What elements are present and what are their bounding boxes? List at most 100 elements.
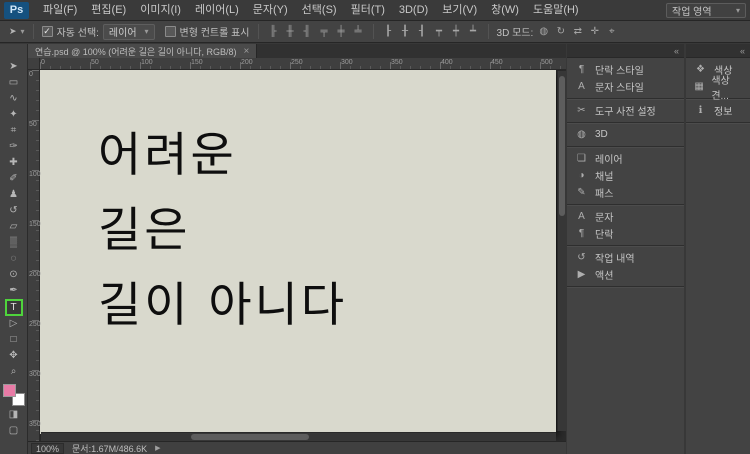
move-tool[interactable]: ➤ [0,59,27,75]
lasso-tool[interactable]: ∿ [0,91,27,107]
ruler-label: 300 [341,59,353,66]
panel-dock-inner: « ¶ 단락 스타일 A 문자 스타일 ✂ 도구 사전 설정 ◍ 3D ❏ 레이… [567,44,684,454]
3d-pan-icon[interactable]: ⇄ [571,24,584,40]
panel-button-3d[interactable]: ◍ 3D [567,126,684,143]
zoom-tool[interactable]: ⌕ [0,364,27,380]
distribute-vertical-centers-icon[interactable]: ╂ [399,24,412,40]
zoom-level-field[interactable]: 100% [31,443,64,454]
menu-3d[interactable]: 3D(D) [392,0,435,20]
menu-file[interactable]: 파일(F) [36,0,84,20]
panel-button-paragraph[interactable]: ¶ 단락 [567,225,684,242]
panel-button-paths[interactable]: ✎ 패스 [567,184,684,201]
panel-button-swatches[interactable]: ▦ 색상 견... [686,78,750,95]
menu-image[interactable]: 이미지(I) [133,0,188,20]
show-transform-checkbox[interactable] [165,26,176,37]
distribute-horizontal-centers-icon[interactable]: ┿ [450,24,463,40]
distribute-right-icon[interactable]: ┷ [467,24,480,40]
align-left-edges-icon[interactable]: ╟ [267,24,280,40]
brush-tool[interactable]: ✐ [0,171,27,187]
menu-help[interactable]: 도움말(H) [526,0,586,20]
marquee-tool[interactable]: ▭ [0,75,27,91]
horizontal-scrollbar[interactable] [41,432,556,441]
panel-button-character[interactable]: A 문자 [567,208,684,225]
screen-mode-button[interactable]: ▢ [0,423,27,439]
status-expander-icon[interactable]: ▶ [155,444,160,452]
distribute-left-icon[interactable]: ┯ [433,24,446,40]
quick-mask-button[interactable]: ◨ [0,407,27,423]
show-transform-label: 변형 컨트롤 표시 [180,24,250,39]
auto-select-target-dropdown[interactable]: 레이어 ▾ [103,24,155,40]
ruler-label: 250 [291,59,303,66]
pen-tool[interactable]: ✒ [0,283,27,299]
dodge-tool[interactable]: ⊙ [0,267,27,283]
menu-select[interactable]: 선택(S) [295,0,344,20]
tools-panel: ➤ ▭ ∿ ✦ ⌗ ✑ ✚ ✐ ♟ ↺ ▱ ▒ ◌ ⊙ ✒ T ▷ □ ✥ ⌕ … [0,44,28,454]
crop-tool[interactable]: ⌗ [0,123,27,139]
menu-layer[interactable]: 레이어(L) [188,0,246,20]
options-bar: ➤ ▾ ✓ 자동 선택: 레이어 ▾ 변형 컨트롤 표시 ╟ ╫ ╢ ╤ ╪ ╧… [0,21,750,43]
distribute-bottom-icon[interactable]: ┨ [416,24,429,40]
collapse-panels-icon[interactable]: « [740,46,745,56]
panel-label: 패스 [595,185,613,200]
panel-button-actions[interactable]: ▶ 액션 [567,266,684,283]
panel-button-channels[interactable]: ◑ 채널 [567,167,684,184]
color-swatches[interactable] [0,383,28,407]
align-top-edges-icon[interactable]: ╤ [318,24,331,40]
ruler-corner [28,58,40,70]
menu-type[interactable]: 문자(Y) [246,0,295,20]
document-canvas[interactable]: 어려운 길은 길이 아니다 [40,70,556,434]
rectangle-tool[interactable]: □ [0,332,27,348]
paragraph-panel-icon: ¶ [575,228,588,239]
align-vertical-centers-icon[interactable]: ╪ [335,24,348,40]
align-bottom-edges-icon[interactable]: ╧ [352,24,365,40]
ruler-label: 200 [29,271,41,278]
type-tool[interactable]: T [5,299,23,316]
close-icon[interactable]: × [244,46,250,57]
foreground-color-swatch[interactable] [3,384,16,397]
path-selection-tool[interactable]: ▷ [0,316,27,332]
panel-button-paragraph-styles[interactable]: ¶ 단락 스타일 [567,61,684,78]
align-right-edges-icon[interactable]: ╢ [301,24,314,40]
info-icon: ℹ [694,105,707,116]
3d-panel-icon: ◍ [575,129,588,140]
clone-stamp-tool[interactable]: ♟ [0,187,27,203]
horizontal-scrollbar-thumb[interactable] [191,434,309,440]
panel-button-tool-presets[interactable]: ✂ 도구 사전 설정 [567,102,684,119]
workspace-switcher[interactable]: 작업 영역 ▾ [666,3,746,18]
quick-selection-tool[interactable]: ✦ [0,107,27,123]
history-brush-tool[interactable]: ↺ [0,203,27,219]
vertical-scrollbar[interactable] [557,71,566,431]
panel-button-layers[interactable]: ❏ 레이어 [567,150,684,167]
collapse-panels-icon[interactable]: « [674,46,679,56]
eraser-tool[interactable]: ▱ [0,219,27,235]
ruler-label: 250 [29,321,41,328]
blur-tool[interactable]: ◌ [0,251,27,267]
eyedropper-tool[interactable]: ✑ [0,139,27,155]
character-styles-icon: A [575,81,588,92]
menu-edit[interactable]: 편집(E) [84,0,133,20]
3d-slide-icon[interactable]: ✛ [588,24,601,40]
ruler-label: 50 [29,121,37,128]
character-panel-icon: A [575,211,588,222]
3d-rotate-icon[interactable]: ◍ [537,24,550,40]
panel-button-history[interactable]: ↺ 작업 내역 [567,249,684,266]
canvas-text: 어려운 길은 길이 아니다 [98,118,347,343]
menu-filter[interactable]: 필터(T) [344,0,392,20]
document-tab[interactable]: 연습.psd @ 100% (어려운 길은 길이 아니다, RGB/8) × [28,44,257,58]
3d-scale-icon[interactable]: ⌖ [605,24,618,40]
3d-roll-icon[interactable]: ↻ [554,24,567,40]
vertical-scrollbar-thumb[interactable] [559,76,565,216]
panel-button-character-styles[interactable]: A 문자 스타일 [567,78,684,95]
menu-view[interactable]: 보기(V) [435,0,484,20]
panel-button-info[interactable]: ℹ 정보 [686,102,750,119]
auto-select-checkbox[interactable]: ✓ [42,26,53,37]
tool-preset-picker[interactable]: ➤ ▾ [4,21,30,42]
panel-label: 액션 [595,267,613,282]
gradient-tool[interactable]: ▒ [0,235,27,251]
menu-window[interactable]: 창(W) [484,0,526,20]
align-horizontal-centers-icon[interactable]: ╫ [284,24,297,40]
distribute-top-icon[interactable]: ┠ [382,24,395,40]
healing-brush-tool[interactable]: ✚ [0,155,27,171]
panel-label: 정보 [714,103,732,118]
hand-tool[interactable]: ✥ [0,348,27,364]
